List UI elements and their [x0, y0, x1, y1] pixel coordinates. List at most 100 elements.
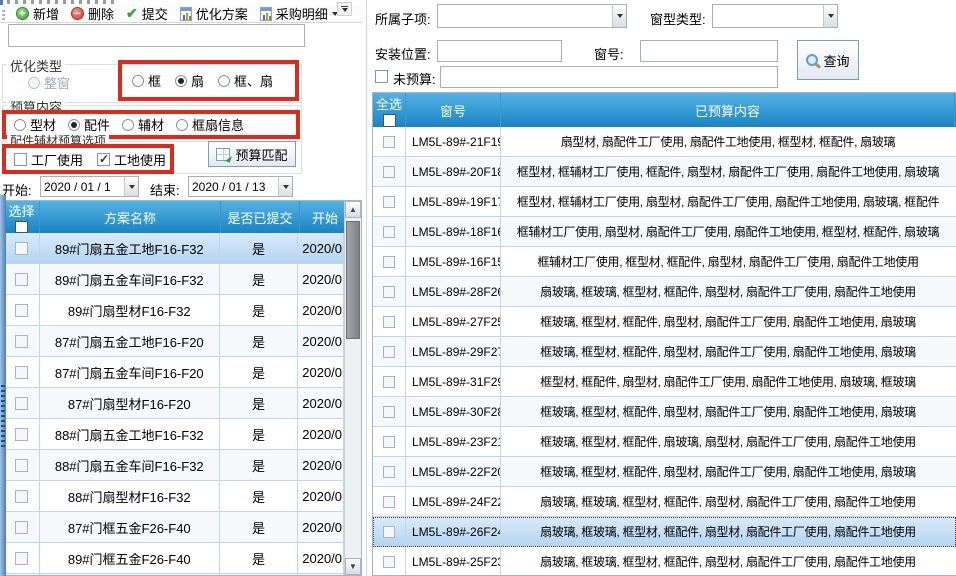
row-checkbox[interactable]	[383, 136, 395, 148]
table-row[interactable]: 88#门扇五金工地F16-F32 是 2020/0	[4, 419, 344, 450]
delete-button[interactable]: − 删除	[65, 6, 120, 22]
submitted-cell: 是	[220, 543, 299, 573]
select-all-checkbox[interactable]	[383, 114, 396, 127]
optimize-plan-button[interactable]: 优化方案	[174, 6, 254, 22]
select-cell	[4, 388, 40, 418]
window-table-header: 全选 窗号 已预算内容	[373, 93, 956, 127]
row-checkbox[interactable]	[383, 376, 395, 388]
table-row[interactable]: 88#门框五金F21-F40 是 2020/0	[4, 574, 344, 575]
filter-input[interactable]	[8, 24, 305, 47]
dropdown-button[interactable]	[278, 177, 292, 196]
dropdown-button[interactable]	[823, 5, 837, 27]
start-date-value: 2020 / 01 / 1	[41, 180, 124, 194]
table-row[interactable]: 87#门框五金F26-F40 是 2020/0	[4, 512, 344, 543]
row-checkbox[interactable]	[383, 406, 395, 418]
row-checkbox[interactable]	[383, 256, 395, 268]
end-date-picker[interactable]: 2020 / 01 / 13	[188, 176, 293, 197]
row-checkbox[interactable]	[383, 286, 395, 298]
row-checkbox[interactable]	[383, 166, 395, 178]
row-checkbox[interactable]	[15, 552, 28, 565]
dropdown-button[interactable]	[124, 177, 138, 196]
row-checkbox[interactable]	[383, 346, 395, 358]
collapsed-splitter[interactable]	[0, 195, 6, 576]
window-type-combobox[interactable]	[712, 4, 838, 28]
radio-frame[interactable]: 框	[132, 71, 161, 90]
table-row[interactable]: LM5L-89#-25F23 扇玻璃, 框玻璃, 框型材, 框配件, 扇型材, …	[373, 547, 956, 576]
sub-item-combobox[interactable]	[437, 4, 627, 28]
radio-whole-window: 整窗	[28, 73, 70, 92]
table-row[interactable]: 89#门扇五金车间F16-F32 是 2020/0	[4, 264, 344, 295]
toolbar-grip[interactable]	[2, 8, 5, 20]
window-no-input[interactable]	[640, 40, 778, 62]
scroll-up-button[interactable]: ▲	[345, 201, 361, 218]
plan-name-cell: 89#门扇五金工地F16-F32	[40, 233, 220, 263]
install-position-input[interactable]	[437, 40, 562, 62]
plan-table: 选择 方案名称 是否已提交 开始 89#门扇五金工地F16-F32 是 2020…	[3, 200, 362, 576]
table-row[interactable]: LM5L-89#-20F18 框型材, 框辅材工厂使用, 框配件, 扇型材, 扇…	[373, 157, 956, 187]
radio-frame-sash-info[interactable]: 框扇信息	[176, 115, 244, 134]
table-row[interactable]: 87#门扇五金车间F16-F20 是 2020/0	[4, 357, 344, 388]
table-row[interactable]: 87#门扇型材F16-F20 是 2020/0	[4, 388, 344, 419]
row-checkbox[interactable]	[383, 466, 395, 478]
row-checkbox[interactable]	[383, 556, 395, 568]
submit-button[interactable]: ✔ 提交	[120, 6, 174, 22]
unbudgeted-input[interactable]	[440, 66, 778, 88]
table-row[interactable]: LM5L-89#-29F27 框玻璃, 框型材, 框配件, 扇型材, 扇配件工厂…	[373, 337, 956, 367]
table-row[interactable]: LM5L-89#-31F29 框型材, 框配件, 扇型材, 扇配件工厂使用, 扇…	[373, 367, 956, 397]
table-row[interactable]: LM5L-89#-19F17 框型材, 框辅材工厂使用, 扇型材, 扇配件工厂使…	[373, 187, 956, 217]
header-start-time-label: 开始	[312, 208, 338, 227]
table-row[interactable]: LM5L-89#-28F26 扇玻璃, 框玻璃, 框型材, 框配件, 扇型材, …	[373, 277, 956, 307]
checkbox-factory-use[interactable]: 工厂使用	[14, 150, 83, 169]
table-row[interactable]: LM5L-89#-27F25 框玻璃, 框型材, 框配件, 扇型材, 扇配件工厂…	[373, 307, 956, 337]
row-checkbox[interactable]	[383, 226, 395, 238]
table-row[interactable]: 89#门扇五金工地F16-F32 是 2020/0	[4, 233, 344, 264]
start-date-picker[interactable]: 2020 / 01 / 1	[40, 176, 139, 197]
table-row[interactable]: 88#门扇型材F16-F32 是 2020/0	[4, 481, 344, 512]
budget-match-button[interactable]: 预算匹配	[208, 141, 296, 167]
row-checkbox[interactable]	[15, 459, 28, 472]
row-checkbox[interactable]	[15, 521, 28, 534]
row-checkbox[interactable]	[15, 273, 28, 286]
table-row[interactable]: 88#门扇五金车间F16-F32 是 2020/0	[4, 450, 344, 481]
dropdown-button[interactable]	[612, 5, 626, 27]
table-row[interactable]: LM5L-89#-18F16 框辅材工厂使用, 扇型材, 扇配件工厂使用, 扇配…	[373, 217, 956, 247]
table-row[interactable]: LM5L-89#-23F21 框玻璃, 框型材, 框配件, 扇玻璃, 扇型材, …	[373, 427, 956, 457]
radio-auxiliary[interactable]: 辅材	[122, 115, 164, 134]
checkbox-site-use[interactable]: 工地使用	[97, 150, 166, 169]
select-cell	[373, 487, 406, 516]
row-checkbox[interactable]	[15, 366, 28, 379]
select-all-checkbox[interactable]	[15, 221, 28, 233]
search-icon	[806, 54, 818, 66]
table-row[interactable]: 87#门扇五金工地F16-F20 是 2020/0	[4, 326, 344, 357]
table-row[interactable]: 89#门框五金F26-F40 是 2020/0	[4, 543, 344, 574]
row-checkbox[interactable]	[383, 526, 395, 538]
scrollbar-thumb[interactable]	[346, 221, 360, 339]
row-checkbox[interactable]	[15, 428, 28, 441]
plan-table-scrollbar[interactable]: ▲ ▼	[344, 201, 361, 575]
row-checkbox[interactable]	[383, 436, 395, 448]
toolbar-overflow-button[interactable]	[337, 2, 352, 16]
row-checkbox[interactable]	[383, 496, 395, 508]
table-row[interactable]: LM5L-89#-21F19 扇型材, 扇配件工厂使用, 扇配件工地使用, 框型…	[373, 127, 956, 157]
table-row[interactable]: LM5L-89#-16F15 框辅材工厂使用, 框型材, 框配件, 扇型材, 扇…	[373, 247, 956, 277]
row-checkbox[interactable]	[15, 397, 28, 410]
budgeted-content-cell: 扇玻璃, 框玻璃, 框型材, 框配件, 扇型材, 扇配件工厂使用, 扇配件工地使…	[501, 547, 955, 576]
table-row[interactable]: LM5L-89#-30F28 框玻璃, 框型材, 框配件, 扇型材, 扇配件工厂…	[373, 397, 956, 427]
scroll-down-button[interactable]: ▼	[345, 558, 361, 575]
row-checkbox[interactable]	[15, 490, 28, 503]
row-checkbox[interactable]	[15, 304, 28, 317]
table-row[interactable]: 89#门扇型材F16-F32 是 2020/0	[4, 295, 344, 326]
table-row[interactable]: LM5L-89#-22F20 框玻璃, 框型材, 框配件, 扇型材, 扇配件工厂…	[373, 457, 956, 487]
query-button[interactable]: 查询	[797, 40, 859, 80]
add-button[interactable]: + 新增	[10, 6, 65, 22]
purchase-detail-button[interactable]: 采购明细	[254, 6, 344, 22]
table-row[interactable]: LM5L-89#-24F22 扇玻璃, 框玻璃, 框型材, 框配件, 扇型材, …	[373, 487, 956, 517]
row-checkbox[interactable]	[383, 316, 395, 328]
radio-frame-sash[interactable]: 框、扇	[218, 71, 273, 90]
row-checkbox[interactable]	[15, 242, 28, 255]
row-checkbox[interactable]	[383, 196, 395, 208]
unbudgeted-checkbox[interactable]	[375, 70, 388, 83]
radio-sash[interactable]: 扇	[175, 71, 204, 90]
table-row[interactable]: LM5L-89#-26F24 扇玻璃, 框玻璃, 框型材, 框配件, 扇型材, …	[373, 517, 956, 547]
row-checkbox[interactable]	[15, 335, 28, 348]
